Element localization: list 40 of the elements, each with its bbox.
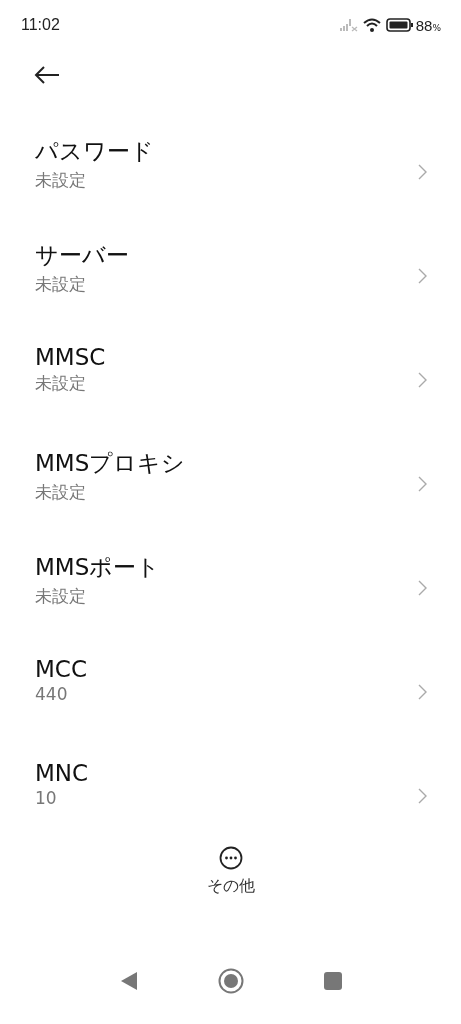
settings-item[interactable]: サーバー 未設定 bbox=[0, 234, 461, 338]
chevron-icon bbox=[418, 476, 427, 492]
battery-percent-sign: % bbox=[432, 22, 441, 33]
item-title: パスワード bbox=[35, 137, 154, 166]
item-title: MMSC bbox=[35, 344, 106, 370]
chevron-icon bbox=[418, 164, 427, 180]
item-title: MNC bbox=[35, 760, 89, 786]
settings-item[interactable]: MMSC 未設定 bbox=[0, 338, 461, 442]
chevron-icon bbox=[418, 684, 427, 700]
item-title: MMSプロキシ bbox=[35, 449, 186, 478]
item-value: 10 bbox=[35, 788, 58, 808]
settings-item[interactable]: MMSプロキシ 未設定 bbox=[0, 442, 461, 546]
chevron-icon bbox=[418, 372, 427, 388]
item-value: 未設定 bbox=[35, 481, 87, 504]
nav-recents-icon[interactable] bbox=[323, 972, 342, 990]
item-value: 未設定 bbox=[35, 585, 87, 608]
signal-icon bbox=[339, 18, 358, 32]
item-value: 440 bbox=[35, 684, 69, 704]
settings-item[interactable]: MCC 440 bbox=[0, 650, 461, 754]
battery-percent: 88 bbox=[415, 16, 433, 34]
item-value: 未設定 bbox=[35, 372, 87, 395]
chevron-icon bbox=[418, 268, 427, 284]
item-value: 未設定 bbox=[35, 273, 87, 296]
more-button[interactable]: その他 bbox=[206, 846, 255, 897]
status-time: 11:02 bbox=[21, 16, 60, 34]
item-value: 未設定 bbox=[35, 169, 87, 192]
settings-item[interactable]: MNC 10 bbox=[0, 754, 461, 836]
nav-home-icon[interactable] bbox=[217, 968, 244, 994]
settings-item[interactable]: MMSポート 未設定 bbox=[0, 546, 461, 650]
item-title: MCC bbox=[35, 656, 87, 682]
nav-back-icon[interactable] bbox=[119, 971, 138, 991]
settings-item[interactable]: パスワード 未設定 bbox=[0, 130, 461, 234]
back-arrow-icon[interactable] bbox=[34, 66, 60, 84]
item-title: サーバー bbox=[35, 241, 129, 270]
chevron-icon bbox=[418, 788, 427, 804]
wifi-icon bbox=[362, 18, 381, 32]
item-title: MMSポート bbox=[35, 553, 161, 582]
chevron-icon bbox=[418, 580, 427, 596]
more-icon bbox=[218, 846, 243, 870]
battery-icon bbox=[385, 18, 414, 32]
